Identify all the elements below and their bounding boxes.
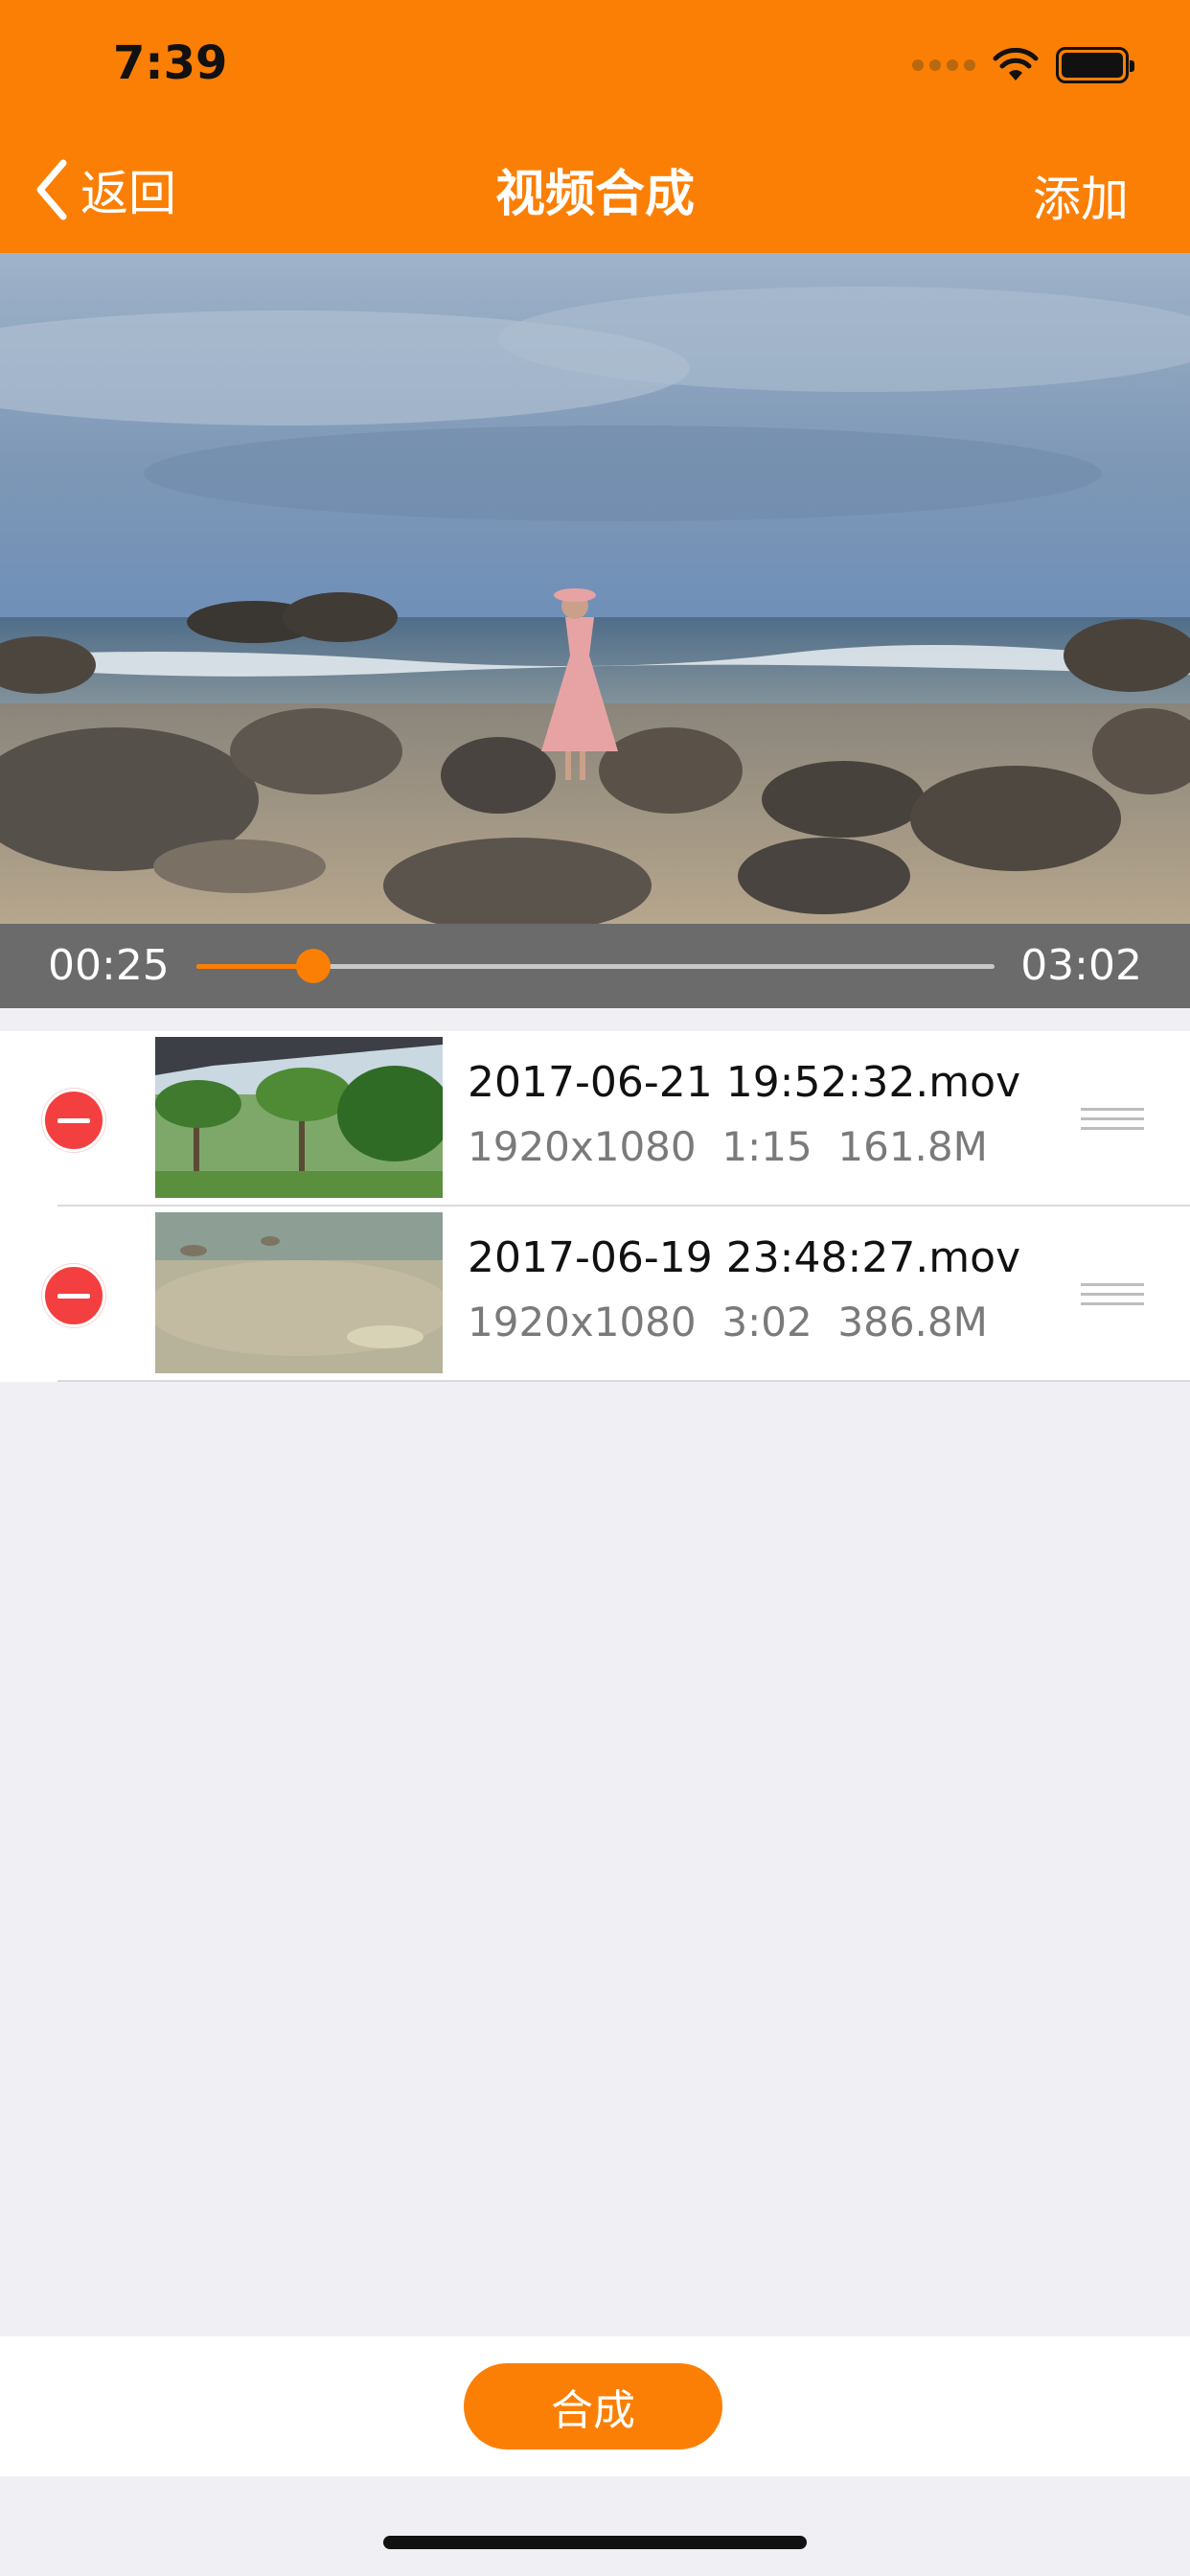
video-preview[interactable] (0, 253, 1190, 924)
cellular-signal-icon (912, 59, 975, 71)
file-duration: 1:15 (721, 1123, 812, 1170)
page-title: 视频合成 (494, 166, 695, 223)
list-item[interactable]: 2017-06-21 19:52:32.mov 1920x1080 1:15 1… (0, 1031, 1190, 1207)
bottom-action-bar: 合成 (0, 2336, 1190, 2476)
file-resolution: 1920x1080 (468, 1299, 697, 1346)
file-size: 161.8M (837, 1123, 988, 1170)
list-item[interactable]: 2017-06-19 23:48:27.mov 1920x1080 3:02 3… (0, 1207, 1190, 1382)
total-time: 03:02 (1020, 941, 1142, 990)
file-meta: 1920x1080 1:15 161.8M (468, 1123, 988, 1170)
current-time: 00:25 (48, 941, 170, 990)
video-list: 2017-06-21 19:52:32.mov 1920x1080 1:15 1… (0, 1031, 1190, 1382)
file-name: 2017-06-19 23:48:27.mov (468, 1233, 1021, 1282)
player-control-bar: 00:25 03:02 (0, 924, 1190, 1008)
home-indicator[interactable] (383, 2536, 807, 2549)
file-duration: 3:02 (721, 1299, 812, 1346)
file-resolution: 1920x1080 (468, 1123, 697, 1170)
delete-button[interactable] (42, 1089, 105, 1152)
delete-button[interactable] (42, 1264, 105, 1327)
header: 7:39 返回 视频合成 添加 (0, 0, 1190, 253)
file-meta: 1920x1080 3:02 386.8M (468, 1299, 988, 1346)
battery-icon (1056, 47, 1134, 83)
reorder-handle-icon[interactable] (1081, 1283, 1144, 1312)
wifi-icon (993, 48, 1039, 80)
video-thumbnail (155, 1037, 443, 1198)
divider (57, 1380, 1190, 1382)
file-size: 386.8M (837, 1299, 988, 1346)
file-name: 2017-06-21 19:52:32.mov (468, 1058, 1021, 1107)
video-thumbnail (155, 1212, 443, 1373)
status-time: 7:39 (113, 36, 228, 90)
video-frame (0, 253, 1190, 924)
minus-icon (57, 1117, 90, 1123)
progress-slider[interactable] (196, 949, 995, 983)
add-button[interactable]: 添加 (1033, 161, 1129, 230)
compose-button[interactable]: 合成 (464, 2363, 722, 2450)
minus-icon (57, 1293, 90, 1299)
progress-thumb[interactable] (295, 949, 331, 983)
status-icons (912, 46, 1134, 84)
reorder-handle-icon[interactable] (1081, 1108, 1144, 1137)
